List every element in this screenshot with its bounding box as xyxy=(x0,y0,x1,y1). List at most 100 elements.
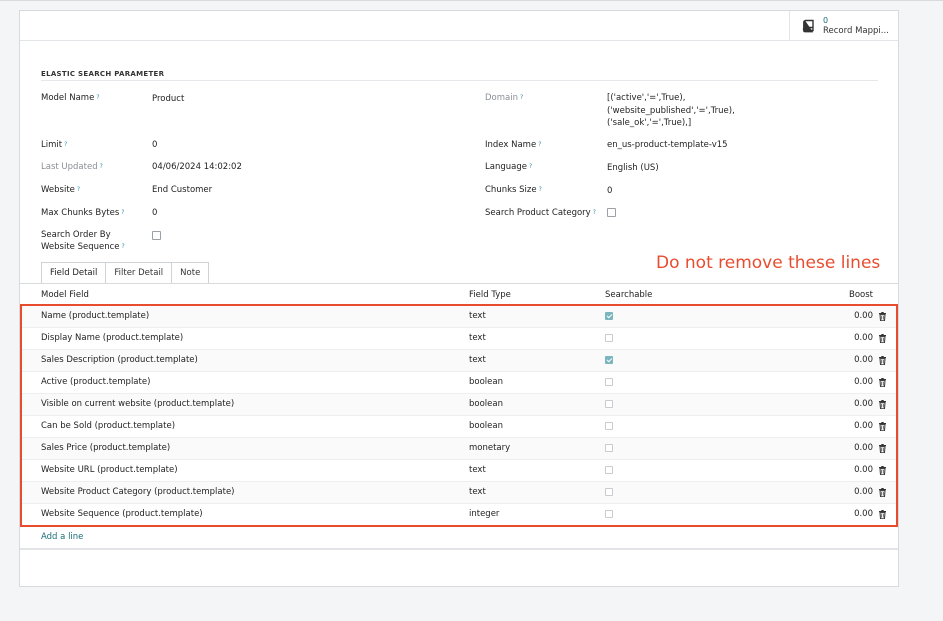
trash-icon[interactable] xyxy=(879,444,886,453)
language-label: Language? xyxy=(485,162,533,172)
searchable-checkbox[interactable] xyxy=(605,312,613,320)
trash-icon[interactable] xyxy=(879,488,886,497)
trash-icon[interactable] xyxy=(879,510,886,519)
field-type-cell[interactable]: text xyxy=(469,487,486,497)
field-type-cell[interactable]: boolean xyxy=(469,421,503,431)
model-field-cell[interactable]: Website Sequence (product.template) xyxy=(41,509,203,519)
help-icon[interactable]: ? xyxy=(538,141,541,148)
help-icon[interactable]: ? xyxy=(529,163,532,170)
searchable-checkbox[interactable] xyxy=(605,378,613,386)
searchable-checkbox[interactable] xyxy=(605,334,613,342)
record-mapping-button[interactable]: 0 Record Mappi... xyxy=(789,11,898,41)
help-icon[interactable]: ? xyxy=(121,209,124,216)
boost-cell[interactable]: 0.00 xyxy=(854,509,873,519)
searchable-checkbox[interactable] xyxy=(605,466,613,474)
trash-icon[interactable] xyxy=(879,422,886,431)
searchable-checkbox[interactable] xyxy=(605,422,613,430)
record-mapping-label: Record Mappi... xyxy=(823,26,889,36)
model-field-cell[interactable]: Sales Description (product.template) xyxy=(41,355,198,365)
help-icon[interactable]: ? xyxy=(96,94,99,101)
searchable-checkbox[interactable] xyxy=(605,510,613,518)
boost-cell[interactable]: 0.00 xyxy=(854,399,873,409)
help-icon[interactable]: ? xyxy=(593,209,596,216)
table-row[interactable]: Name (product.template) text 0.00 xyxy=(20,306,898,328)
field-type-cell[interactable]: text xyxy=(469,355,486,365)
form-sheet: 0 Record Mappi... ELASTIC SEARCH PARAMET… xyxy=(19,10,899,587)
searchable-checkbox[interactable] xyxy=(605,444,613,452)
trash-icon[interactable] xyxy=(879,334,886,343)
trash-icon[interactable] xyxy=(879,312,886,321)
search-order-checkbox[interactable] xyxy=(152,231,161,240)
website-value[interactable]: End Customer xyxy=(152,184,212,197)
help-icon[interactable]: ? xyxy=(520,94,523,101)
model-name-label: Model Name? xyxy=(41,93,100,103)
trash-icon[interactable] xyxy=(879,356,886,365)
boost-cell[interactable]: 0.00 xyxy=(854,487,873,497)
col-model-field[interactable]: Model Field xyxy=(41,290,89,300)
limit-value[interactable]: 0 xyxy=(152,139,157,152)
add-line-link[interactable]: Add a line xyxy=(41,532,83,542)
model-name-value[interactable]: Product xyxy=(152,93,184,106)
field-type-cell[interactable]: text xyxy=(469,465,486,475)
tab-note[interactable]: Note xyxy=(171,262,210,283)
model-field-cell[interactable]: Can be Sold (product.template) xyxy=(41,421,175,431)
help-icon[interactable]: ? xyxy=(64,141,67,148)
col-boost[interactable]: Boost xyxy=(849,290,873,300)
boost-cell[interactable]: 0.00 xyxy=(854,311,873,321)
last-updated-value: 04/06/2024 14:02:02 xyxy=(152,162,242,172)
table-row[interactable]: Website Product Category (product.templa… xyxy=(20,482,898,504)
table-row[interactable]: Can be Sold (product.template) boolean 0.0… xyxy=(20,416,898,438)
trash-icon[interactable] xyxy=(879,378,886,387)
field-type-cell[interactable]: boolean xyxy=(469,399,503,409)
searchable-checkbox[interactable] xyxy=(605,400,613,408)
model-field-cell[interactable]: Name (product.template) xyxy=(41,311,149,321)
boost-cell[interactable]: 0.00 xyxy=(854,465,873,475)
boost-cell[interactable]: 0.00 xyxy=(854,333,873,343)
boost-cell[interactable]: 0.00 xyxy=(854,355,873,365)
tab-filter-detail[interactable]: Filter Detail xyxy=(105,262,173,283)
model-field-cell[interactable]: Sales Price (product.template) xyxy=(41,443,170,453)
tab-field-detail[interactable]: Field Detail xyxy=(41,262,107,283)
help-icon[interactable]: ? xyxy=(539,186,542,193)
model-field-cell[interactable]: Website Product Category (product.templa… xyxy=(41,487,235,497)
table-row[interactable]: Website Sequence (product.template) integ… xyxy=(20,504,898,526)
boost-cell[interactable]: 0.00 xyxy=(854,377,873,387)
col-searchable[interactable]: Searchable xyxy=(605,290,652,300)
help-icon[interactable]: ? xyxy=(77,186,80,193)
table-row[interactable]: Active (product.template) boolean 0.00 xyxy=(20,372,898,394)
table-row[interactable]: Website URL (product.template) text 0.00 xyxy=(20,460,898,482)
domain-value[interactable]: [('active','=',True), ('website_publishe… xyxy=(607,92,735,130)
field-type-cell[interactable]: text xyxy=(469,333,486,343)
website-label: Website? xyxy=(41,185,81,195)
help-icon[interactable]: ? xyxy=(100,163,103,170)
language-value[interactable]: English (US) xyxy=(607,162,659,175)
field-type-cell[interactable]: boolean xyxy=(469,377,503,387)
col-field-type[interactable]: Field Type xyxy=(469,290,511,300)
trash-icon[interactable] xyxy=(879,400,886,409)
boost-cell[interactable]: 0.00 xyxy=(854,421,873,431)
searchable-checkbox[interactable] xyxy=(605,488,613,496)
max-chunks-bytes-value[interactable]: 0 xyxy=(152,207,157,220)
table-row[interactable]: Sales Description (product.template) text… xyxy=(20,350,898,372)
model-field-cell[interactable]: Active (product.template) xyxy=(41,377,150,387)
domain-label: Domain? xyxy=(485,93,524,103)
chunks-size-label: Chunks Size? xyxy=(485,185,542,195)
field-type-cell[interactable]: monetary xyxy=(469,443,510,453)
table-row[interactable]: Visible on current website (product.temp… xyxy=(20,394,898,416)
boost-cell[interactable]: 0.00 xyxy=(854,443,873,453)
book-icon xyxy=(802,19,814,33)
trash-icon[interactable] xyxy=(879,466,886,475)
section-divider xyxy=(41,80,878,81)
field-type-cell[interactable]: integer xyxy=(469,509,499,519)
table-row[interactable]: Sales Price (product.template) monetary 0.… xyxy=(20,438,898,460)
field-type-cell[interactable]: text xyxy=(469,311,486,321)
model-field-cell[interactable]: Website URL (product.template) xyxy=(41,465,178,475)
index-name-value[interactable]: en_us-product-template-v15 xyxy=(607,139,728,152)
chunks-size-value[interactable]: 0 xyxy=(607,185,612,198)
searchable-checkbox[interactable] xyxy=(605,356,613,364)
model-field-cell[interactable]: Display Name (product.template) xyxy=(41,333,183,343)
table-row[interactable]: Display Name (product.template) text 0.00 xyxy=(20,328,898,350)
model-field-cell[interactable]: Visible on current website (product.temp… xyxy=(41,399,234,409)
help-icon[interactable]: ? xyxy=(122,243,125,250)
search-product-category-checkbox[interactable] xyxy=(607,208,616,217)
